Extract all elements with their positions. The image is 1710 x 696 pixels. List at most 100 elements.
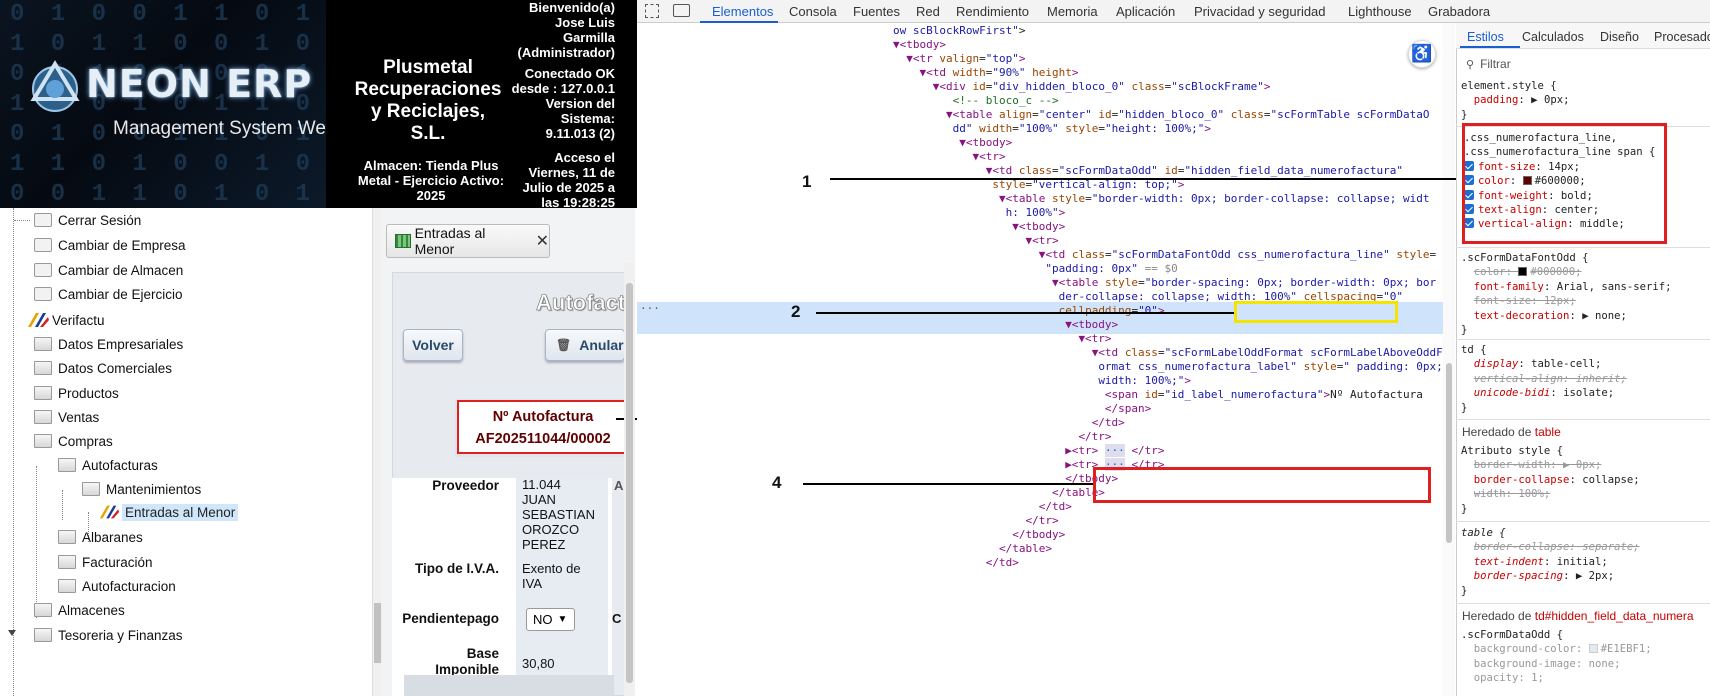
sidebar-item-autofacturacion[interactable]: Autofacturacion — [38, 576, 176, 596]
sidebar-item-label: Autofacturas — [82, 457, 158, 473]
styles-tab-calculados[interactable]: Calculados — [1522, 30, 1584, 44]
proveedor-value-line: JUAN — [522, 492, 556, 507]
folder-icon — [34, 337, 52, 351]
sidebar-item-albaranes[interactable]: Albaranes — [38, 527, 143, 547]
door-icon — [34, 263, 52, 277]
tree-guide-line — [36, 466, 37, 618]
rule-separator — [1456, 247, 1710, 248]
devtools-tab-elementos[interactable]: Elementos — [712, 4, 773, 19]
scrollbar-thumb[interactable] — [1446, 363, 1452, 543]
company-line: S.L. — [410, 123, 446, 144]
inspect-element-icon[interactable] — [645, 4, 659, 18]
folder-icon — [34, 410, 52, 424]
sidebar-item-cambiar-almacen[interactable]: Cambiar de Almacen — [14, 260, 183, 280]
proveedor-value-line: PEREZ — [522, 537, 566, 552]
sidebar-item-label: Entradas al Menor — [122, 503, 239, 521]
back-button[interactable]: Volver — [403, 329, 463, 361]
pendientepago-select[interactable]: NO ▼ — [526, 608, 575, 631]
devtools-tab-consola[interactable]: Consola — [789, 4, 837, 19]
style-rule-scformdatafontodd[interactable]: .scFormDataFontOdd { color: #000000; fon… — [1461, 251, 1672, 337]
style-rule-element[interactable]: element.style { padding: ▶ 0px; } — [1461, 79, 1569, 122]
cancel-button[interactable]: 🗑 Anular — [545, 329, 625, 361]
devtools-tab-grabadora[interactable]: Grabadora — [1428, 4, 1490, 19]
sidebar-item-compras[interactable]: Compras — [14, 431, 113, 451]
proveedor-value-line: SEBASTIAN — [522, 507, 595, 522]
user-info: Bienvenido(a) Jose Luis Garmilla (Admini… — [509, 0, 616, 60]
tipo-iva-value: Exento de IVA — [522, 561, 614, 591]
devtools-tab-red[interactable]: Red — [916, 4, 940, 19]
content-scrollbar[interactable] — [624, 263, 635, 696]
logo-text: NEON ERP — [86, 62, 313, 106]
sidebar-item-autofacturas[interactable]: Autofacturas — [38, 455, 158, 475]
sidebar-item-cambiar-ejercicio[interactable]: Cambiar de Ejercicio — [14, 284, 183, 304]
folder-icon — [58, 530, 76, 544]
style-rule-inline-table[interactable]: Atributo style { border-width: ▶ 0px; bo… — [1461, 444, 1640, 516]
devtools-tab-aplicacion[interactable]: Aplicación — [1116, 4, 1175, 19]
sidebar-item-datos-empresariales[interactable]: Datos Empresariales — [14, 334, 183, 354]
select-value: NO — [533, 612, 553, 627]
sidebar-item-cerrar-sesion[interactable]: Cerrar Sesión — [14, 210, 141, 230]
form-title: Autofact — [536, 290, 626, 316]
filter-placeholder: Filtrar — [1480, 57, 1511, 71]
devtools-tab-privacidad[interactable]: Privacidad y seguridad — [1194, 4, 1326, 19]
sidebar-scrollbar[interactable] — [373, 208, 382, 696]
sidebar-item-facturacion[interactable]: Facturación — [38, 552, 153, 572]
devtools-tab-fuentes[interactable]: Fuentes — [853, 4, 900, 19]
proveedor-value-line: 11.044 — [522, 477, 561, 492]
user-line: Jose Luis — [555, 15, 615, 30]
door-icon — [34, 287, 52, 301]
devtools-tab-memoria[interactable]: Memoria — [1047, 4, 1098, 19]
devtools-tab-lighthouse[interactable]: Lighthouse — [1348, 4, 1412, 19]
device-toolbar-icon[interactable] — [673, 4, 690, 17]
connection-line: Conectado OK — [524, 66, 615, 81]
styles-tab-diseno[interactable]: Diseño — [1600, 30, 1639, 44]
sidebar-item-label: Almacenes — [58, 602, 125, 618]
proveedor-value-line: OROZCO — [522, 522, 580, 537]
styles-tab-procesado[interactable]: Procesado — [1654, 30, 1710, 44]
sidebar-item-entradas-al-menor[interactable]: Entradas al Menor — [86, 502, 239, 522]
folder-icon — [34, 361, 52, 375]
connection-info: Conectado OK desde : 127.0.0.1 Version d… — [509, 66, 615, 141]
label-span-highlight-box — [1093, 467, 1431, 503]
elements-scrollbar[interactable] — [1443, 23, 1455, 696]
numero-autofactura-box: Nº Autofactura AF202511044/00002 — [457, 400, 629, 454]
open-folder-icon — [34, 434, 52, 448]
user-line: (Administrador) — [517, 45, 616, 60]
sidebar-item-datos-comerciales[interactable]: Datos Comerciales — [14, 358, 172, 378]
styles-filter-input[interactable]: ⚲ Filtrar — [1462, 54, 1702, 74]
open-folder-icon — [82, 482, 100, 496]
style-rule-table[interactable]: table { border-collapse: separate; text-… — [1461, 526, 1640, 598]
numero-autofactura-label: Nº Autofactura — [492, 409, 594, 425]
sidebar-item-mantenimientos[interactable]: Mantenimientos — [62, 479, 201, 499]
close-icon[interactable]: ✕ — [536, 231, 549, 251]
side-column-letter: A — [614, 478, 624, 493]
access-line: Acceso el — [554, 150, 615, 165]
sidebar-menu-tree: Cerrar Sesión Cambiar de Empresa Cambiar… — [0, 208, 373, 696]
tab-entradas-al-menor[interactable]: Entradas al Menor ✕ — [386, 224, 550, 258]
connection-line: Sistema: — [560, 111, 615, 126]
scrollbar-thumb[interactable] — [374, 603, 381, 663]
sidebar-item-verifactu[interactable]: Verifactu — [14, 310, 105, 330]
base-imponible-label-line: Base — [466, 646, 499, 661]
annotation-line-1 — [830, 178, 1464, 180]
style-rule-td[interactable]: td { display: table-cell; vertical-align… — [1461, 343, 1627, 415]
folder-icon — [34, 603, 52, 617]
pendientepago-label: Pendientepago — [402, 611, 499, 626]
sidebar-item-ventas[interactable]: Ventas — [14, 407, 99, 427]
sidebar-item-almacenes[interactable]: Almacenes — [14, 600, 125, 620]
connection-line: 9.11.013 (2) — [545, 126, 615, 141]
verifactu-icon — [26, 311, 50, 329]
sidebar-item-cambiar-empresa[interactable]: Cambiar de Empresa — [14, 235, 186, 255]
sidebar-item-productos[interactable]: Productos — [14, 383, 119, 403]
sidebar-item-tesoreria[interactable]: Tesoreria y Finanzas — [14, 625, 183, 645]
screenshot-root: { "header": { "user_lines": ["Bienvenido… — [0, 0, 1710, 696]
devtools-tab-rendimiento[interactable]: Rendimiento — [956, 4, 1029, 19]
connection-line: Version del — [545, 96, 615, 111]
accessibility-icon[interactable]: ♿ — [1408, 40, 1436, 68]
node-menu-ellipsis[interactable]: ··· — [640, 302, 660, 316]
style-rule-scformdataodd[interactable]: .scFormDataOdd { background-color: #E1EB… — [1461, 628, 1652, 686]
sidebar-item-label: Compras — [58, 433, 113, 449]
scrollbar-thumb[interactable] — [626, 283, 633, 683]
connection-line: desde : 127.0.0.1 — [511, 81, 615, 96]
styles-tab-estilos[interactable]: Estilos — [1467, 30, 1504, 44]
